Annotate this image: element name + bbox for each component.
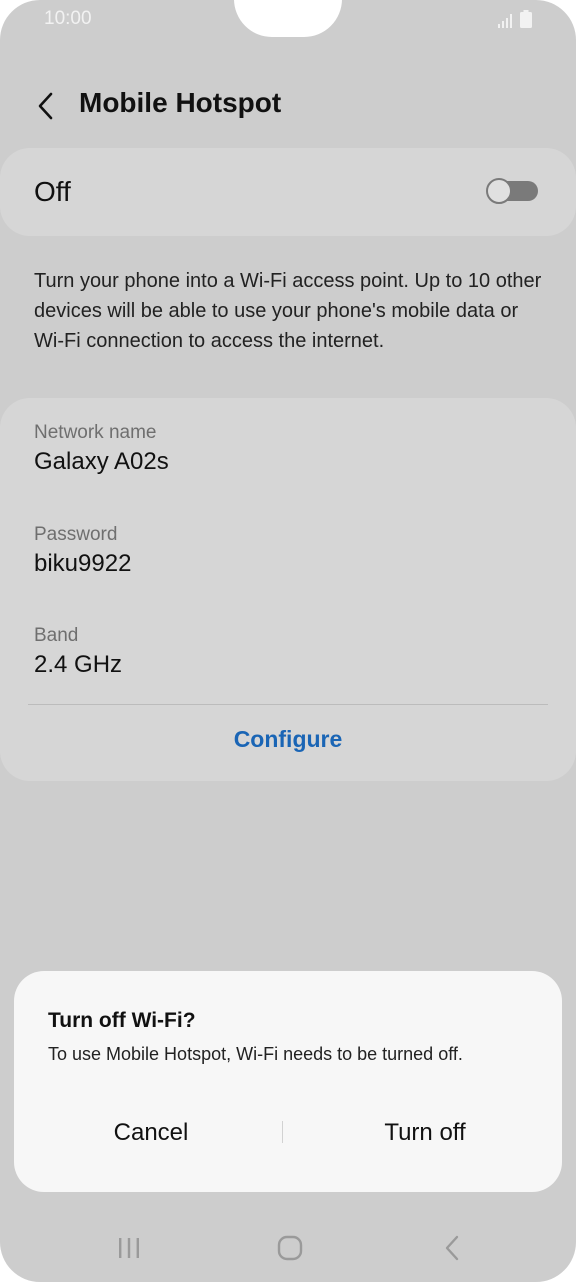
turn-off-button[interactable]: Turn off	[288, 1119, 562, 1147]
recent-apps-button[interactable]	[99, 1220, 159, 1276]
divider	[28, 704, 548, 705]
field-value: biku9922	[34, 550, 132, 577]
hotspot-toggle-row[interactable]: Off	[0, 148, 576, 236]
status-icons	[498, 10, 532, 28]
hotspot-state-label: Off	[34, 176, 71, 207]
page-title: Mobile Hotspot	[79, 87, 282, 118]
password-field: Password biku9922	[34, 523, 131, 581]
hotspot-description: Turn your phone into a Wi-Fi access poin…	[34, 270, 542, 352]
field-label: Network name	[34, 422, 157, 443]
switch-thumb	[486, 178, 512, 204]
chevron-left-icon	[38, 92, 53, 120]
battery-icon	[520, 10, 532, 28]
field-value: Galaxy A02s	[34, 448, 169, 475]
phone-screen: 10:00 Mobile Hotspot Off Turn your phone…	[0, 0, 576, 1282]
field-value: 2.4 GHz	[34, 651, 123, 678]
band-field: Band 2.4 GHz	[34, 624, 122, 682]
dialog-message: To use Mobile Hotspot, Wi-Fi needs to be…	[48, 1044, 463, 1064]
nav-back-button[interactable]	[422, 1220, 482, 1276]
navigation-bar	[0, 1220, 576, 1276]
status-bar: 10:00	[0, 0, 576, 40]
field-label: Band	[34, 625, 79, 646]
cancel-button[interactable]: Cancel	[14, 1119, 288, 1147]
field-label: Password	[34, 524, 118, 545]
status-time: 10:00	[44, 8, 92, 29]
recent-apps-icon	[119, 1238, 139, 1258]
back-icon	[445, 1235, 459, 1261]
turn-off-wifi-dialog: Turn off Wi-Fi? To use Mobile Hotspot, W…	[14, 971, 562, 1192]
network-name-field: Network name Galaxy A02s	[34, 421, 169, 479]
configure-button[interactable]: Configure	[0, 726, 576, 753]
network-info-card: Network name Galaxy A02s Password biku99…	[0, 398, 576, 781]
signal-icon	[498, 14, 512, 28]
back-button[interactable]	[26, 84, 66, 128]
app-header: Mobile Hotspot	[0, 78, 576, 134]
camera-notch	[234, 0, 342, 37]
dialog-buttons: Cancel Turn off	[14, 1111, 562, 1157]
dialog-title: Turn off Wi-Fi?	[48, 1009, 196, 1032]
hotspot-switch[interactable]	[486, 178, 538, 204]
home-button[interactable]	[260, 1220, 320, 1276]
home-icon	[277, 1235, 303, 1261]
button-separator	[282, 1121, 283, 1143]
